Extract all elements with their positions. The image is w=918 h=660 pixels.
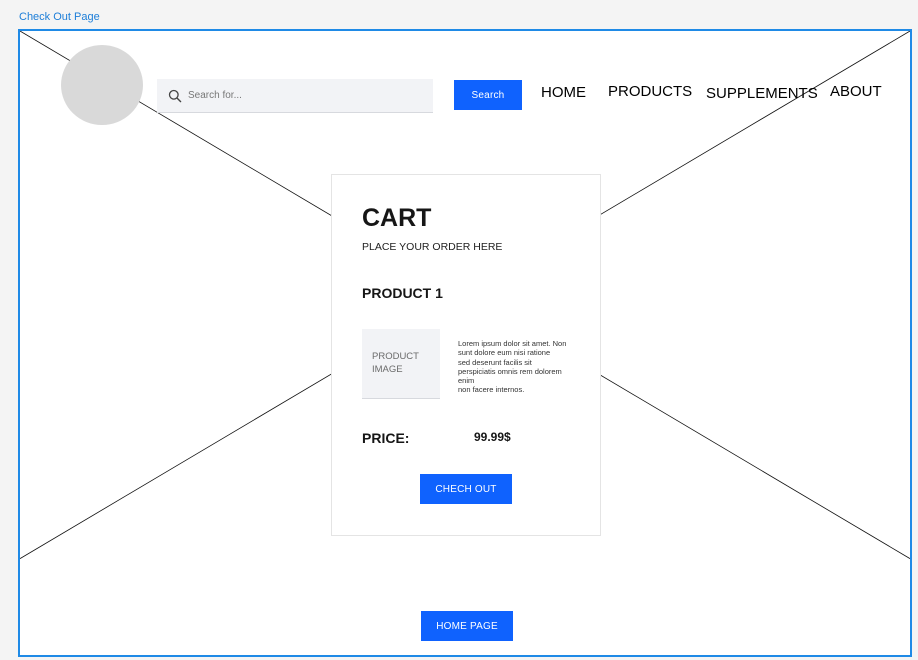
- product-description: Lorem ipsum dolor sit amet. Non sunt dol…: [458, 339, 567, 395]
- search-input[interactable]: [188, 90, 418, 101]
- logo-placeholder: [61, 45, 143, 125]
- nav-supplements[interactable]: SUPPLEMENTS: [706, 85, 818, 102]
- cart-subtitle: PLACE YOUR ORDER HERE: [362, 241, 503, 253]
- wireframe-frame: Search HOME PRODUCTS SUPPLEMENTS ABOUT C…: [18, 29, 912, 657]
- product-name: PRODUCT 1: [362, 285, 443, 301]
- price-label: PRICE:: [362, 430, 410, 446]
- home-page-button[interactable]: HOME PAGE: [421, 611, 513, 641]
- search-button[interactable]: Search: [454, 80, 522, 110]
- nav-home[interactable]: HOME: [541, 84, 586, 101]
- product-image-label-line1: PRODUCT: [372, 351, 419, 362]
- frame-label: Check Out Page: [19, 11, 100, 23]
- nav-about[interactable]: ABOUT: [830, 83, 882, 100]
- checkout-button[interactable]: CHECH OUT: [420, 474, 512, 504]
- cart-title: CART: [362, 204, 432, 232]
- search-bar[interactable]: [157, 79, 433, 113]
- price-value: 99.99$: [474, 430, 511, 444]
- nav-products[interactable]: PRODUCTS: [608, 83, 692, 100]
- product-image-label-line2: IMAGE: [372, 364, 403, 375]
- cart-card: CART PLACE YOUR ORDER HERE PRODUCT 1 PRO…: [331, 174, 601, 536]
- search-icon: [168, 89, 182, 103]
- product-image: PRODUCT IMAGE: [362, 329, 440, 399]
